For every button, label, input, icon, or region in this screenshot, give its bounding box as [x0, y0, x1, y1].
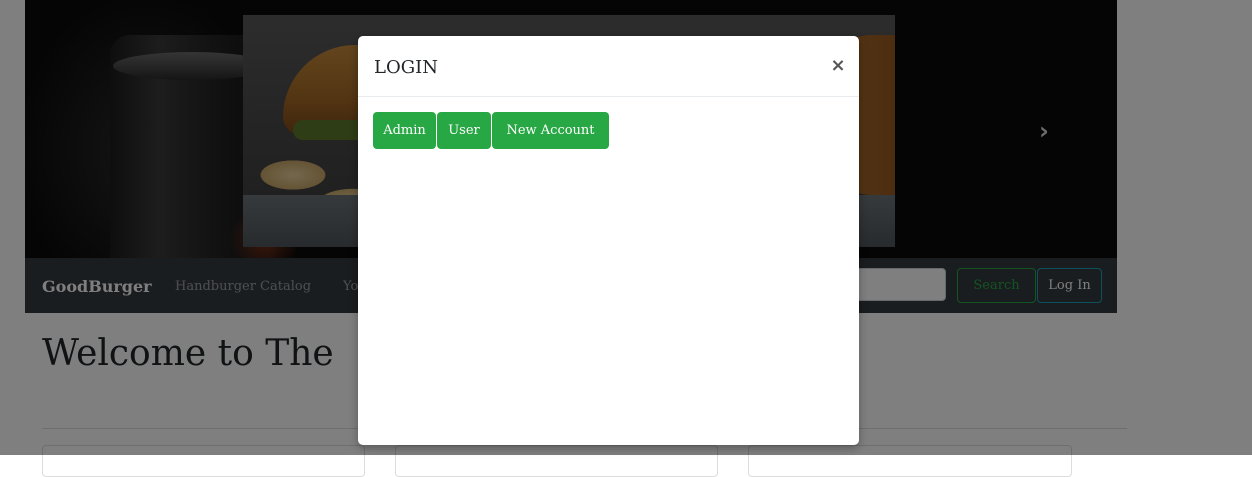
modal-header: LOGIN ×	[358, 36, 859, 97]
user-button[interactable]: User	[437, 112, 491, 149]
close-icon[interactable]: ×	[826, 54, 850, 78]
modal-title: LOGIN	[374, 57, 438, 78]
modal-body: Admin User New Account	[358, 97, 859, 445]
new-account-button[interactable]: New Account	[492, 112, 609, 149]
login-modal: LOGIN × Admin User New Account	[358, 36, 859, 445]
admin-button[interactable]: Admin	[373, 112, 436, 149]
